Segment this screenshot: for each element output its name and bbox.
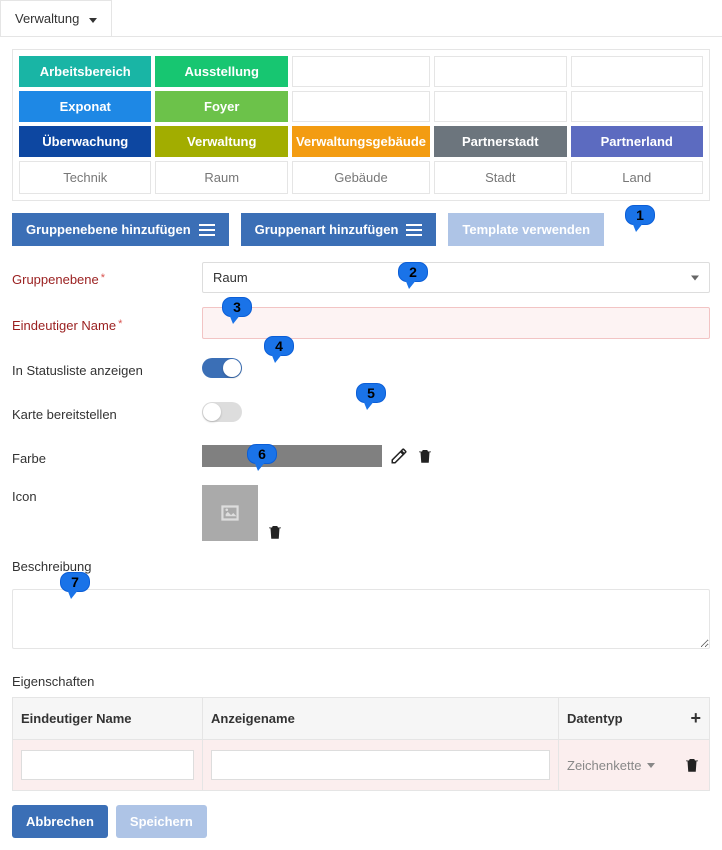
cancel-button[interactable]: Abbrechen [12,805,108,838]
icon-upload-placeholder[interactable] [202,485,258,541]
grouplevel-select-value: Raum [213,270,248,285]
chevron-down-icon [691,275,699,280]
callout-2: 2 [398,262,428,282]
trash-icon[interactable] [416,447,434,465]
col-name-header: Eindeutiger Name [13,698,203,739]
col-type-header: Datentyp + [559,698,709,739]
properties-table: Eindeutiger Name Anzeigename Datentyp + … [12,697,710,791]
description-label: Beschreibung [12,555,202,574]
chevron-down-icon [647,763,655,768]
callout-6: 6 [247,444,277,464]
color-swatch[interactable] [202,445,382,467]
description-textarea[interactable] [12,589,710,649]
map-label: Karte bereitstellen [12,403,202,422]
tag-item[interactable]: Exponat [19,91,151,122]
menu-icon [406,224,422,236]
tag-item [434,56,566,87]
tag-item[interactable]: Raum [155,161,287,194]
tag-item[interactable]: Land [571,161,704,194]
icon-label: Icon [12,485,202,504]
save-button[interactable]: Speichern [116,805,207,838]
callout-3: 3 [222,297,252,317]
add-property-button[interactable]: + [690,708,701,729]
tag-item [571,56,704,87]
tag-item[interactable]: Ausstellung [155,56,287,87]
tag-item[interactable]: Überwachung [19,126,151,157]
add-grouptype-label: Gruppenart hinzufügen [255,222,399,237]
map-toggle[interactable] [202,402,242,422]
name-label: Eindeutiger Name* [12,314,202,333]
add-grouplevel-button[interactable]: Gruppenebene hinzufügen [12,213,229,246]
use-template-button[interactable]: Template verwenden [448,213,604,246]
tag-item [571,91,704,122]
tag-item[interactable]: Verwaltung [155,126,287,157]
callout-5: 5 [356,383,386,403]
tag-item[interactable]: Partnerland [571,126,704,157]
tag-item[interactable]: Gebäude [292,161,430,194]
image-placeholder-icon [217,500,243,526]
callout-1: 1 [625,205,655,225]
prop-type-value: Zeichenkette [567,758,641,773]
tag-item[interactable]: Foyer [155,91,287,122]
tag-item[interactable]: Partnerstadt [434,126,566,157]
edit-icon[interactable] [390,447,408,465]
name-input[interactable] [202,307,710,339]
statuslist-toggle[interactable] [202,358,242,378]
tag-item [434,91,566,122]
prop-display-input[interactable] [211,750,550,780]
col-display-header: Anzeigename [203,698,559,739]
tag-item[interactable]: Technik [19,161,151,194]
color-label: Farbe [12,447,202,466]
callout-7: 7 [60,572,90,592]
tag-grid: ArbeitsbereichAusstellungExponatFoyerÜbe… [12,49,710,201]
nav-verwaltung[interactable]: Verwaltung [0,0,112,36]
tag-item[interactable]: Verwaltungsgebäude [292,126,430,157]
nav-verwaltung-label: Verwaltung [15,11,79,26]
properties-section-label: Eigenschaften [12,674,710,689]
callout-4: 4 [264,336,294,356]
add-grouplevel-label: Gruppenebene hinzufügen [26,222,191,237]
table-row: Zeichenkette [13,740,709,790]
tag-item[interactable]: Arbeitsbereich [19,56,151,87]
prop-name-input[interactable] [21,750,194,780]
nav-bar: Verwaltung [0,0,722,37]
caret-down-icon [89,18,97,23]
statuslist-label: In Statusliste anzeigen [12,359,202,378]
tag-item [292,91,430,122]
add-grouptype-button[interactable]: Gruppenart hinzufügen [241,213,437,246]
trash-icon[interactable] [266,523,284,541]
tag-item[interactable]: Stadt [434,161,566,194]
use-template-label: Template verwenden [462,222,590,237]
grouplevel-label: Gruppenebene* [12,268,202,287]
grouplevel-select[interactable]: Raum [202,262,710,293]
trash-icon[interactable] [683,756,701,774]
prop-type-select[interactable]: Zeichenkette [567,758,655,773]
tag-item [292,56,430,87]
list-icon [199,224,215,236]
